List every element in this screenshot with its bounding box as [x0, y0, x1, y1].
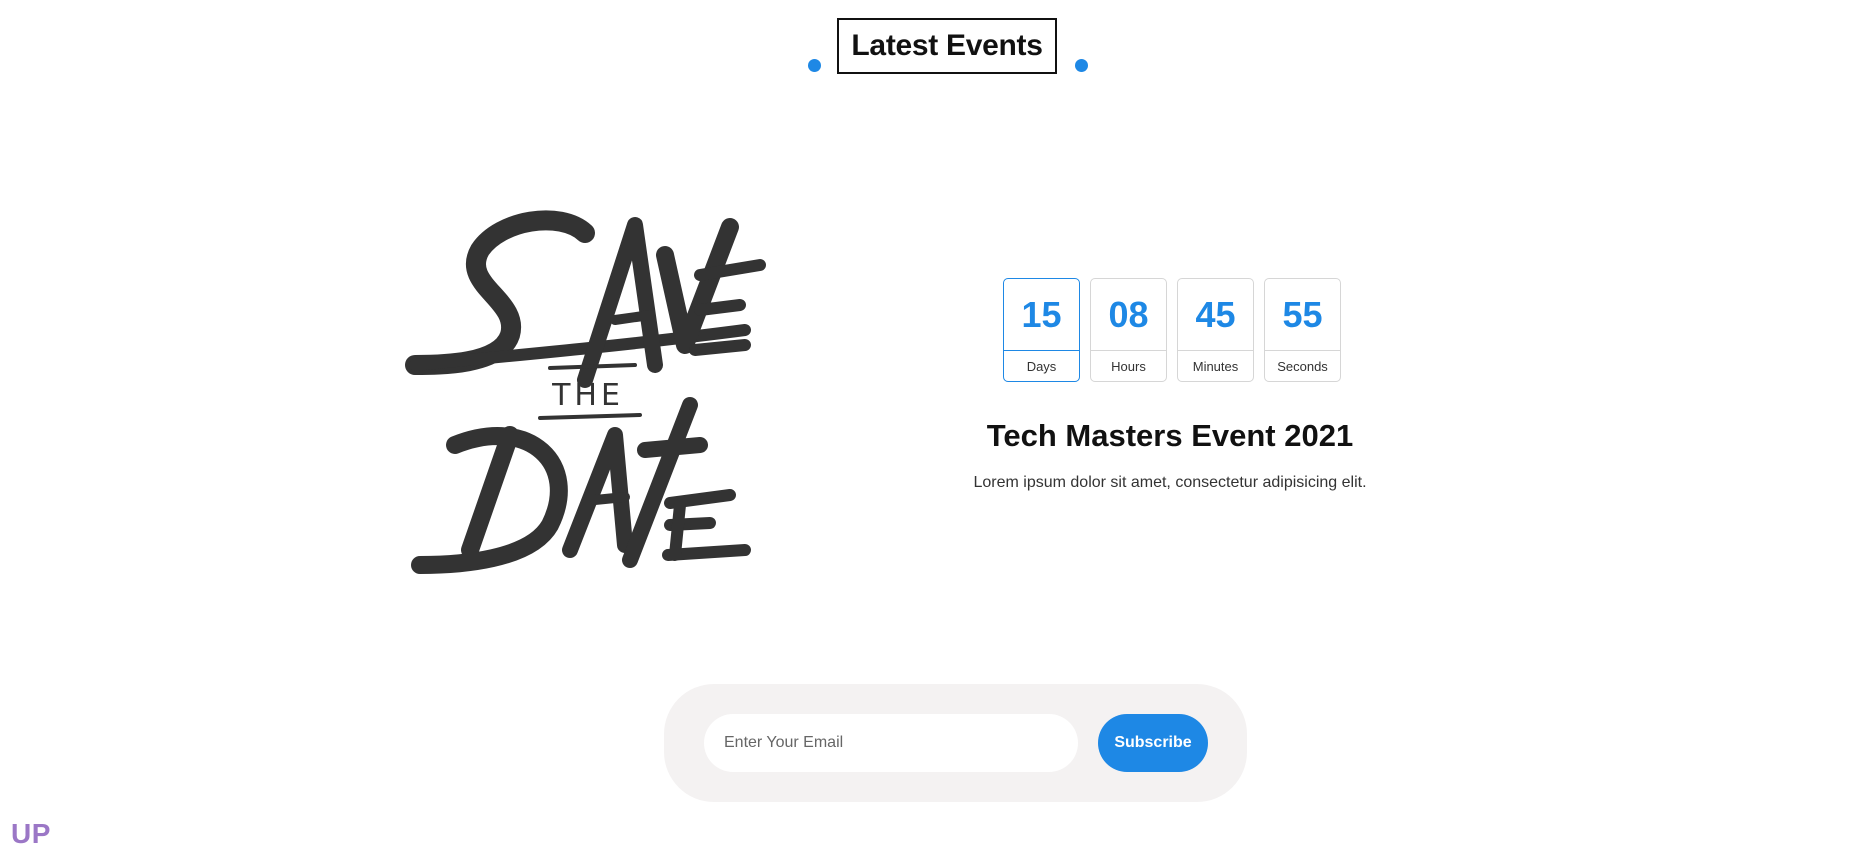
decorative-dot-left — [808, 59, 821, 72]
countdown-minutes: 45 Minutes — [1177, 278, 1254, 382]
countdown-seconds: 55 Seconds — [1264, 278, 1341, 382]
subscribe-button[interactable]: Subscribe — [1098, 714, 1208, 772]
save-the-date-image: THE — [400, 205, 780, 575]
corner-logo[interactable]: UP — [11, 818, 51, 850]
countdown-days-value: 15 — [1004, 279, 1079, 351]
countdown-hours-label: Hours — [1111, 358, 1146, 374]
countdown-hours: 08 Hours — [1090, 278, 1167, 382]
email-input[interactable] — [704, 714, 1078, 772]
section-title: Latest Events — [837, 18, 1057, 74]
event-title: Tech Masters Event 2021 — [986, 418, 1354, 453]
save-the-date-the: THE — [551, 378, 624, 413]
subscribe-form: Subscribe — [664, 684, 1247, 802]
event-countdown: 15 Days 08 Hours 45 Minutes 55 Seconds — [1003, 278, 1341, 382]
section-header: Latest Events — [0, 18, 1862, 78]
countdown-hours-value: 08 — [1091, 279, 1166, 351]
countdown-seconds-label: Seconds — [1277, 358, 1328, 374]
countdown-days-label: Days — [1026, 358, 1057, 374]
countdown-minutes-label: Minutes — [1192, 358, 1239, 374]
countdown-seconds-value: 55 — [1265, 279, 1340, 351]
countdown-days: 15 Days — [1003, 278, 1080, 382]
countdown-minutes-value: 45 — [1178, 279, 1253, 351]
event-description: Lorem ipsum dolor sit amet, consectetur … — [973, 474, 1367, 491]
decorative-dot-right — [1075, 59, 1088, 72]
